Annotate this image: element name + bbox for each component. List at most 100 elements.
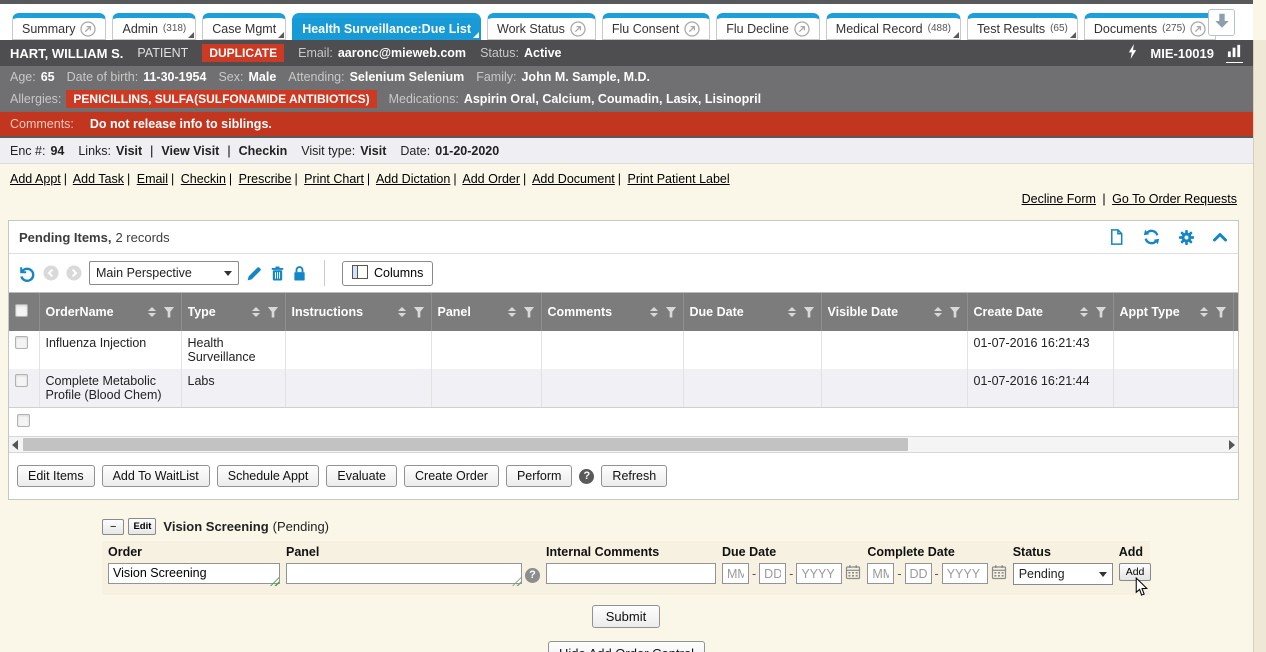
- schedule-appt-button[interactable]: Schedule Appt: [217, 465, 320, 487]
- col-due-date[interactable]: Due Date: [683, 293, 821, 331]
- edit-order-button[interactable]: Edit: [128, 518, 156, 535]
- sort-icon[interactable]: [1080, 307, 1088, 317]
- forward-icon[interactable]: [66, 265, 82, 281]
- due-month-field[interactable]: [722, 563, 749, 584]
- print-patient-label-link[interactable]: Print Patient Label: [628, 172, 730, 186]
- col-create-date[interactable]: Create Date: [967, 293, 1113, 331]
- tab-medical-record[interactable]: Medical Record (488): [826, 13, 961, 40]
- table-row[interactable]: Influenza Injection Health Surveillance …: [9, 331, 1238, 369]
- add-document-link[interactable]: Add Document: [532, 172, 615, 186]
- select-all-checkbox[interactable]: [15, 304, 28, 317]
- add-dictation-link[interactable]: Add Dictation: [376, 172, 450, 186]
- tab-flu-consent[interactable]: Flu Consent: [602, 13, 710, 40]
- checkin-link[interactable]: Checkin: [239, 144, 288, 158]
- undo-icon[interactable]: [17, 264, 36, 283]
- due-day-field[interactable]: [759, 563, 786, 584]
- collapse-button[interactable]: −: [102, 519, 124, 535]
- select-all-bottom-checkbox[interactable]: [17, 414, 30, 427]
- filter-icon[interactable]: [164, 307, 175, 318]
- tab-documents[interactable]: Documents (275): [1084, 13, 1217, 40]
- bar-chart-icon[interactable]: [1226, 43, 1243, 63]
- complete-year-field[interactable]: [942, 563, 988, 584]
- tab-case-mgmt[interactable]: Case Mgmt: [202, 13, 286, 40]
- evaluate-button[interactable]: Evaluate: [326, 465, 397, 487]
- lock-icon[interactable]: [292, 265, 307, 282]
- lightning-bolt-icon[interactable]: [1127, 43, 1138, 63]
- tab-admin[interactable]: Admin (318): [112, 13, 196, 40]
- filter-icon[interactable]: [268, 307, 279, 318]
- filter-icon[interactable]: [524, 307, 535, 318]
- filter-icon[interactable]: [1216, 307, 1227, 318]
- status-select[interactable]: Pending: [1013, 563, 1113, 585]
- col-ordername[interactable]: OrderName: [39, 293, 181, 331]
- perform-button[interactable]: Perform: [506, 465, 572, 487]
- duplicate-badge[interactable]: DUPLICATE: [202, 44, 284, 62]
- col-instructions[interactable]: Instructions: [285, 293, 431, 331]
- scroll-right-icon[interactable]: [1229, 440, 1235, 450]
- sort-icon[interactable]: [252, 307, 260, 317]
- submit-button[interactable]: Submit: [592, 605, 660, 628]
- filter-icon[interactable]: [950, 307, 961, 318]
- panel-field[interactable]: [286, 563, 522, 584]
- add-order-button[interactable]: Add: [1119, 563, 1152, 581]
- edit-pencil-icon[interactable]: [246, 265, 263, 282]
- complete-month-field[interactable]: [867, 563, 894, 584]
- horizontal-scrollbar[interactable]: [9, 436, 1238, 453]
- external-link-icon[interactable]: [684, 21, 700, 37]
- row-checkbox[interactable]: [15, 336, 28, 349]
- new-document-icon[interactable]: [1108, 228, 1125, 246]
- order-field[interactable]: Vision Screening: [108, 563, 280, 584]
- sort-icon[interactable]: [398, 307, 406, 317]
- sort-icon[interactable]: [788, 307, 796, 317]
- sort-icon[interactable]: [934, 307, 942, 317]
- add-task-link[interactable]: Add Task: [73, 172, 124, 186]
- scroll-left-icon[interactable]: [12, 440, 18, 450]
- calendar-icon[interactable]: [991, 564, 1007, 583]
- refresh-icon[interactable]: [1142, 228, 1161, 246]
- tab-test-results[interactable]: Test Results (65): [967, 13, 1078, 40]
- go-to-order-requests-link[interactable]: Go To Order Requests: [1112, 192, 1237, 206]
- decline-form-link[interactable]: Decline Form: [1022, 192, 1096, 206]
- external-link-icon[interactable]: [794, 21, 810, 37]
- sort-icon[interactable]: [650, 307, 658, 317]
- hide-add-order-control-button[interactable]: Hide Add Order Control: [548, 641, 705, 652]
- right-scroll-gutter[interactable]: [1253, 40, 1266, 652]
- complete-day-field[interactable]: [905, 563, 932, 584]
- col-comments[interactable]: Comments: [541, 293, 683, 331]
- add-to-waitlist-button[interactable]: Add To WaitList: [102, 465, 210, 487]
- sort-icon[interactable]: [148, 307, 156, 317]
- filter-icon[interactable]: [666, 307, 677, 318]
- col-sc-truncated[interactable]: Sc: [1233, 293, 1238, 331]
- tab-flu-decline[interactable]: Flu Decline: [716, 13, 820, 40]
- due-year-field[interactable]: [796, 563, 842, 584]
- add-appt-link[interactable]: Add Appt: [10, 172, 61, 186]
- external-link-icon[interactable]: [80, 21, 96, 37]
- tab-work-status[interactable]: Work Status: [487, 13, 596, 40]
- refresh-button[interactable]: Refresh: [601, 465, 667, 487]
- visit-link[interactable]: Visit: [116, 144, 142, 158]
- calendar-icon[interactable]: [845, 564, 861, 583]
- scrollbar-thumb[interactable]: [23, 438, 908, 451]
- tab-summary[interactable]: Summary: [12, 13, 106, 40]
- columns-button[interactable]: Columns: [342, 261, 433, 286]
- print-chart-link[interactable]: Print Chart: [304, 172, 364, 186]
- col-visible-date[interactable]: Visible Date: [821, 293, 967, 331]
- sort-icon[interactable]: [508, 307, 516, 317]
- col-appt-type[interactable]: Appt Type: [1113, 293, 1233, 331]
- add-order-link[interactable]: Add Order: [462, 172, 520, 186]
- external-link-icon[interactable]: [570, 21, 586, 37]
- filter-icon[interactable]: [414, 307, 425, 318]
- row-checkbox[interactable]: [15, 374, 28, 387]
- external-link-icon[interactable]: [1190, 21, 1206, 37]
- back-icon[interactable]: [43, 265, 59, 281]
- tab-overflow-button[interactable]: [1208, 9, 1235, 36]
- internal-comments-field[interactable]: [546, 563, 716, 584]
- edit-items-button[interactable]: Edit Items: [17, 465, 95, 487]
- checkin-action-link[interactable]: Checkin: [181, 172, 226, 186]
- email-link[interactable]: Email: [137, 172, 168, 186]
- filter-icon[interactable]: [1096, 307, 1107, 318]
- table-row[interactable]: Complete Metabolic Profile (Blood Chem) …: [9, 369, 1238, 407]
- allergies-badge[interactable]: PENICILLINS, SULFA(SULFONAMIDE ANTIBIOTI…: [66, 90, 376, 108]
- create-order-button[interactable]: Create Order: [404, 465, 499, 487]
- collapse-chevron-icon[interactable]: [1212, 230, 1228, 244]
